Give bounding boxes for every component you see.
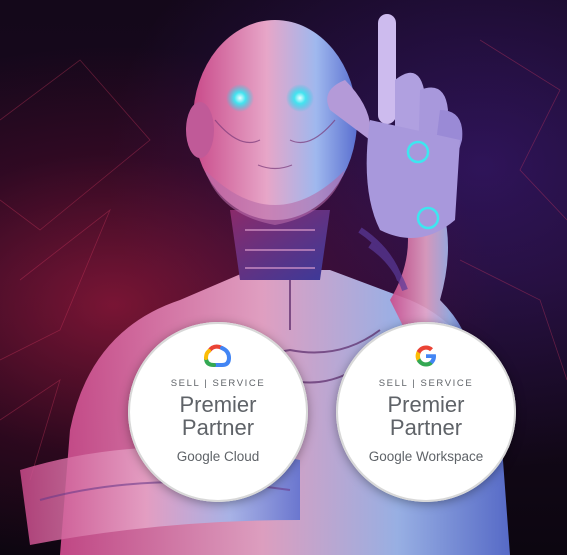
premier-label: Premier — [179, 392, 257, 417]
sell-service-label: SELL | SERVICE — [170, 378, 266, 389]
right-eye-icon — [286, 84, 314, 112]
google-workspace-premier-partner-badge: SELL | SERVICE Premier Partner Google Wo… — [336, 322, 516, 502]
google-cloud-logo-icon — [204, 344, 231, 367]
partner-label: Partner — [389, 415, 463, 440]
sell-service-label: SELL | SERVICE — [378, 378, 474, 389]
product-name: Google Cloud — [176, 449, 260, 464]
premier-label: Premier — [387, 392, 465, 417]
hero-image: SELL | SERVICE Premier Partner Google Cl… — [0, 0, 567, 555]
partner-label: Partner — [181, 415, 255, 440]
google-g-logo-icon — [415, 345, 436, 367]
product-name: Google Workspace — [368, 449, 484, 464]
left-eye-icon — [226, 84, 254, 112]
google-cloud-premier-partner-badge: SELL | SERVICE Premier Partner Google Cl… — [128, 322, 308, 502]
